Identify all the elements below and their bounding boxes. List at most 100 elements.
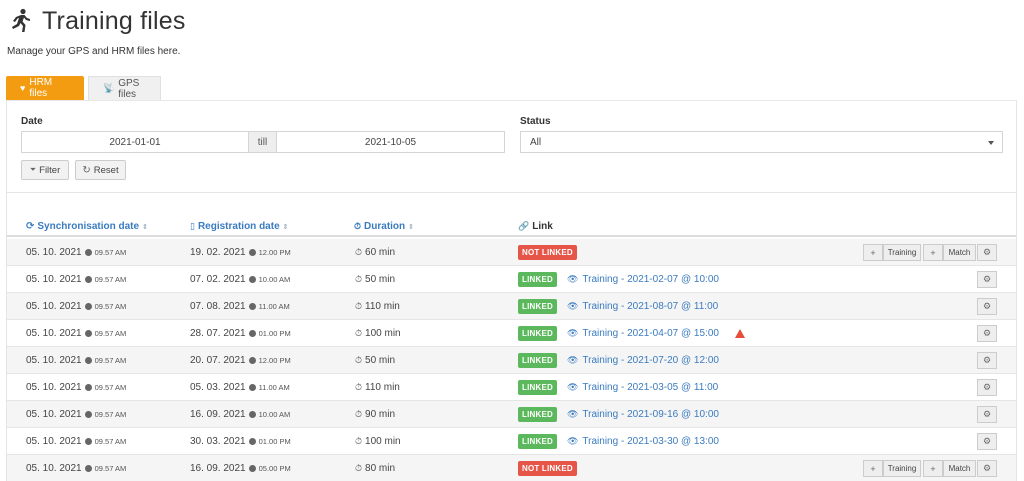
- duration-value: 90 min: [365, 408, 396, 420]
- table-row: 05. 10. 2021 09.57 AM 07. 08. 2021 11.00 AM…: [7, 293, 1016, 320]
- date-from-input[interactable]: 2021-01-01: [21, 131, 249, 153]
- training-link[interactable]: 👁 Training - 2021-02-07 @ 10:00: [567, 274, 719, 285]
- registration-date-cell: 30. 03. 2021 01.00 PM: [190, 428, 291, 454]
- duration-value: 80 min: [365, 462, 396, 474]
- page-subtitle: Manage your GPS and HRM files here.: [7, 46, 181, 57]
- sync-date-cell: 05. 10. 2021 09.57 AM: [26, 401, 126, 427]
- status-badge: LINKED: [518, 406, 557, 422]
- sync-date: 05. 10. 2021: [26, 300, 82, 312]
- reset-button-label: Reset: [93, 164, 119, 176]
- plus-icon: +: [870, 463, 876, 474]
- settings-button[interactable]: ⚙: [977, 352, 997, 369]
- registration-date: 16. 09. 2021: [190, 408, 246, 420]
- status-badge: NOT LINKED: [518, 244, 577, 260]
- stopwatch-icon: ⏱: [355, 273, 363, 284]
- registration-date-cell: 19. 02. 2021 12.00 PM: [190, 239, 291, 265]
- date-to-input[interactable]: 2021-10-05: [276, 131, 505, 153]
- status-badge: NOT LINKED: [518, 460, 577, 476]
- training-link[interactable]: 👁 Training - 2021-03-05 @ 11:00: [567, 382, 718, 393]
- training-link[interactable]: 👁 Training - 2021-08-07 @ 11:00: [567, 301, 718, 312]
- link-cell: LINKED 👁 Training - 2021-04-07 @ 15:00: [518, 320, 745, 346]
- stopwatch-icon: ⏱: [355, 354, 363, 365]
- table-row: 05. 10. 2021 09.57 AM 20. 07. 2021 12.00 PM…: [7, 347, 1016, 374]
- column-duration[interactable]: ⏱ Duration ⇕: [354, 221, 414, 232]
- status-select[interactable]: All: [520, 131, 1003, 153]
- sync-date-cell: 05. 10. 2021 09.57 AM: [26, 455, 126, 481]
- link-cell: NOT LINKED: [518, 455, 577, 481]
- clock-icon: [84, 302, 92, 310]
- training-link[interactable]: 👁 Training - 2021-09-16 @ 10:00: [567, 409, 719, 420]
- duration-cell: ⏱ 110 min: [355, 293, 400, 319]
- training-link-label: Training - 2021-08-07 @ 11:00: [582, 300, 719, 312]
- chain-link-icon: 🔗: [518, 221, 530, 231]
- stopwatch-icon: ⏱: [355, 462, 363, 473]
- add-training-button[interactable]: Training: [883, 460, 921, 477]
- clock-icon: [248, 275, 256, 283]
- settings-button[interactable]: ⚙: [977, 325, 997, 342]
- sync-time: 09.57 AM: [94, 436, 127, 446]
- registration-time: 11.00 AM: [258, 382, 290, 392]
- sync-date-cell: 05. 10. 2021 09.57 AM: [26, 239, 126, 265]
- add-training-button[interactable]: Training: [883, 244, 921, 261]
- match-button[interactable]: Match: [943, 460, 976, 477]
- link-cell: LINKED 👁 Training - 2021-09-16 @ 10:00: [518, 401, 719, 427]
- sync-time: 09.57 AM: [94, 355, 127, 365]
- match-button[interactable]: Match: [943, 244, 976, 261]
- stopwatch-icon: ⏱: [355, 381, 363, 392]
- sync-date: 05. 10. 2021: [26, 381, 82, 393]
- add-training-icon-button[interactable]: +: [863, 460, 883, 477]
- settings-button[interactable]: ⚙: [977, 298, 997, 315]
- table-row: 05. 10. 2021 09.57 AM 05. 03. 2021 11.00 AM…: [7, 374, 1016, 401]
- column-link: 🔗 Link: [518, 221, 553, 232]
- add-training-icon-button[interactable]: +: [863, 244, 883, 261]
- registration-date: 28. 07. 2021: [190, 327, 246, 339]
- file-tabs: ♥ HRM files 📡 GPS files: [6, 76, 161, 100]
- gear-icon: ⚙: [982, 463, 992, 473]
- match-icon-button[interactable]: +: [923, 460, 943, 477]
- table-row: 05. 10. 2021 09.57 AM 19. 02. 2021 12.00 PM…: [7, 239, 1016, 266]
- settings-button[interactable]: ⚙: [977, 433, 997, 450]
- duration-cell: ⏱ 90 min: [355, 401, 395, 427]
- training-link-label: Training - 2021-04-07 @ 15:00: [582, 327, 719, 339]
- training-link[interactable]: 👁 Training - 2021-07-20 @ 12:00: [567, 355, 719, 366]
- status-badge: LINKED: [518, 325, 557, 341]
- caret-down-icon: [988, 141, 994, 145]
- refresh-icon: ↻: [82, 164, 91, 176]
- runner-icon: [12, 8, 30, 32]
- match-icon-button[interactable]: +: [923, 244, 943, 261]
- sort-icon: ⇕: [142, 223, 148, 231]
- table-row: 05. 10. 2021 09.57 AM 16. 09. 2021 10.00 AM…: [7, 401, 1016, 428]
- column-registration-date[interactable]: ▯ Registration date ⇕: [190, 221, 289, 232]
- tab-gps-files[interactable]: 📡 GPS files: [88, 76, 161, 100]
- tab-hrm-files[interactable]: ♥ HRM files: [6, 76, 84, 100]
- clock-icon: [248, 437, 256, 445]
- settings-button[interactable]: ⚙: [977, 406, 997, 423]
- eye-icon: 👁: [566, 435, 579, 446]
- sync-date: 05. 10. 2021: [26, 462, 82, 474]
- sync-date-cell: 05. 10. 2021 09.57 AM: [26, 266, 126, 292]
- column-label: Registration date: [197, 221, 280, 232]
- settings-button[interactable]: ⚙: [977, 244, 997, 261]
- training-link[interactable]: 👁 Training - 2021-03-30 @ 13:00: [567, 436, 719, 447]
- sync-date-cell: 05. 10. 2021 09.57 AM: [26, 374, 126, 400]
- duration-value: 100 min: [365, 327, 401, 339]
- filter-button[interactable]: ⏷ Filter: [21, 160, 69, 180]
- clock-icon: [248, 410, 256, 418]
- sync-icon: ⟳: [26, 221, 35, 232]
- reset-button[interactable]: ↻ Reset: [75, 160, 126, 180]
- sync-time: 09.57 AM: [94, 247, 127, 257]
- sync-date: 05. 10. 2021: [26, 408, 82, 420]
- settings-button[interactable]: ⚙: [977, 271, 997, 288]
- clock-icon: [248, 302, 256, 310]
- settings-button[interactable]: ⚙: [977, 379, 997, 396]
- training-link[interactable]: 👁 Training - 2021-04-07 @ 15:00: [567, 328, 719, 339]
- training-link-label: Training - 2021-02-07 @ 10:00: [582, 273, 719, 285]
- gear-icon: ⚙: [982, 301, 992, 311]
- page-title: Training files: [42, 6, 186, 35]
- settings-button[interactable]: ⚙: [977, 460, 997, 477]
- column-sync-date[interactable]: ⟳ Synchronisation date ⇕: [26, 221, 148, 232]
- stopwatch-icon: ⏱: [355, 435, 363, 446]
- sort-icon: ⇕: [282, 223, 289, 231]
- stopwatch-icon: ⏱: [355, 408, 363, 419]
- eye-icon: 👁: [566, 273, 579, 284]
